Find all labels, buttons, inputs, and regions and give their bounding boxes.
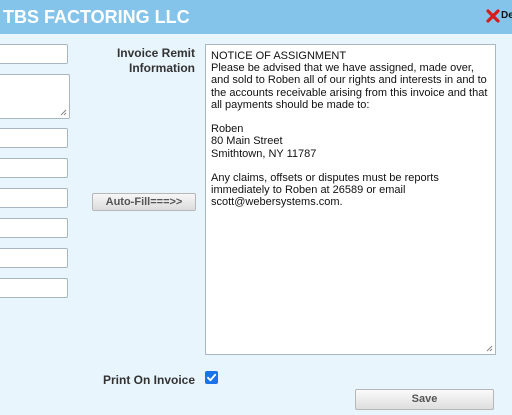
- delete-label: De: [501, 10, 512, 21]
- field-3-input[interactable]: [0, 158, 68, 178]
- field-5-input[interactable]: [0, 218, 68, 238]
- auto-fill-button[interactable]: Auto-Fill===>>: [92, 193, 196, 211]
- print-on-invoice-label: Print On Invoice: [102, 373, 195, 387]
- field-4-input[interactable]: [0, 188, 68, 208]
- print-on-invoice-checkbox[interactable]: [205, 371, 218, 384]
- invoice-remit-label-line2: Information: [129, 61, 195, 75]
- checkmark-icon: [207, 373, 217, 382]
- resize-grip-icon[interactable]: [60, 109, 67, 116]
- red-x-icon: [486, 9, 500, 23]
- company-title: TBS FACTORING LLC: [3, 7, 190, 27]
- invoice-remit-label: Invoice Remit Information: [100, 46, 195, 76]
- notes-textarea[interactable]: [0, 74, 70, 119]
- field-2-input[interactable]: [0, 128, 68, 148]
- invoice-remit-textarea[interactable]: NOTICE OF ASSIGNMENT Please be advised t…: [205, 44, 496, 355]
- title-bar: TBS FACTORING LLC De: [0, 0, 512, 34]
- field-1-input[interactable]: [0, 44, 68, 64]
- remit-resize-grip-icon[interactable]: [486, 345, 493, 352]
- save-button[interactable]: Save: [355, 389, 494, 410]
- invoice-remit-label-line1: Invoice Remit: [116, 46, 195, 60]
- field-7-input[interactable]: [0, 278, 68, 298]
- field-6-input[interactable]: [0, 248, 68, 268]
